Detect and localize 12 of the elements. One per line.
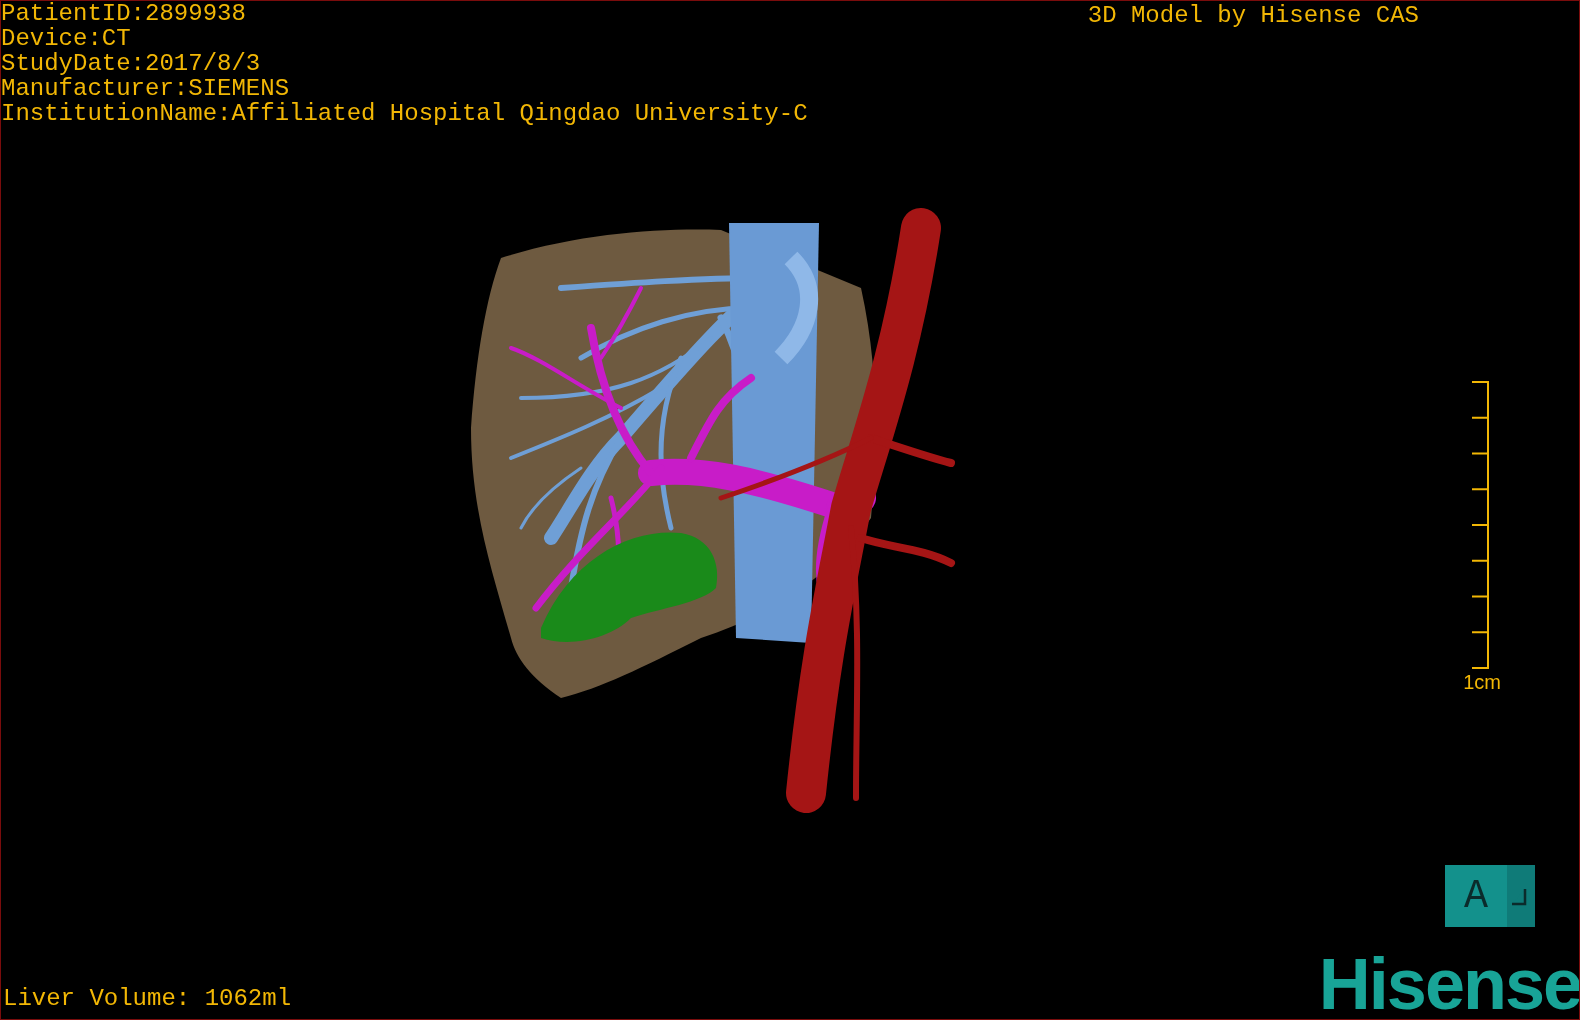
scale-label: 1cm	[1463, 670, 1501, 694]
viewer-title: 3D Model by Hisense CAS	[1087, 1, 1419, 31]
liver-volume-text: Liver Volume: 1062ml	[3, 985, 292, 1013]
cube-face-label: A	[1463, 872, 1489, 921]
study-info-text: InstitutionName:Affiliated Hospital Qingdao University-C	[1, 101, 808, 126]
study-info-text: PatientID:2899938	[1, 1, 247, 26]
study-info-text: Manufacturer:SIEMENS	[1, 76, 291, 101]
study-info-text: Device:CT	[1, 26, 132, 51]
orientation-cube[interactable]: A	[1445, 865, 1535, 927]
cube-side-icon	[1507, 865, 1535, 927]
brand-logo: Hisense	[1318, 949, 1579, 1019]
study-info-text: StudyDate:2017/8/3	[1, 51, 262, 76]
